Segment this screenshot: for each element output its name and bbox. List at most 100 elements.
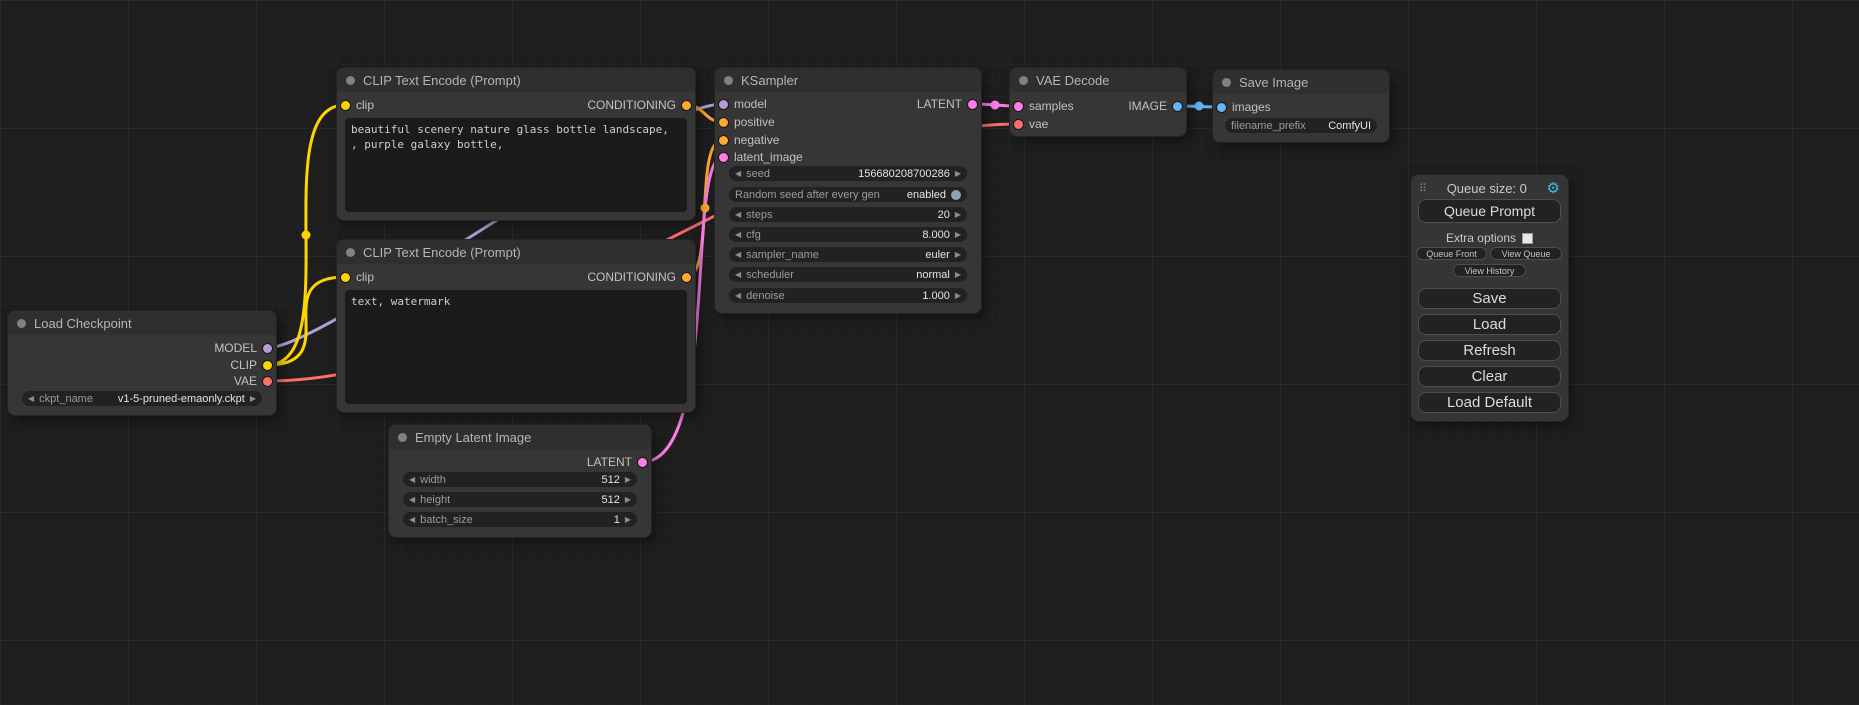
queue-prompt-button[interactable]: Queue Prompt	[1418, 199, 1561, 223]
increment-arrow-icon[interactable]: ▶	[955, 211, 961, 219]
output-slot-latent: LATENT	[587, 455, 647, 469]
cfg-widget[interactable]: ◀ cfg 8.000 ▶	[729, 227, 967, 242]
ckpt-name-widget[interactable]: ◀ ckpt_name v1-5-pruned-emaonly.ckpt ▶	[22, 391, 262, 406]
widget-value: enabled	[907, 189, 946, 201]
clip-port-icon[interactable]	[341, 101, 350, 110]
slot-label: LATENT	[587, 455, 632, 469]
node-clip-text-encode-positive[interactable]: CLIP Text Encode (Prompt) clip CONDITION…	[337, 68, 695, 220]
node-ksampler[interactable]: KSampler model positive negative latent_…	[715, 68, 981, 313]
node-header[interactable]: Empty Latent Image	[389, 425, 651, 449]
increment-arrow-icon[interactable]: ▶	[250, 395, 256, 403]
refresh-button[interactable]: Refresh	[1418, 340, 1561, 361]
increment-arrow-icon[interactable]: ▶	[955, 231, 961, 239]
decrement-arrow-icon[interactable]: ◀	[409, 496, 415, 504]
view-queue-button[interactable]: View Queue	[1490, 247, 1562, 260]
sampler-name-widget[interactable]: ◀ sampler_name euler ▶	[729, 247, 967, 262]
node-header[interactable]: Load Checkpoint	[8, 311, 276, 335]
clear-button[interactable]: Clear	[1418, 366, 1561, 387]
slot-label: negative	[734, 133, 779, 147]
collapse-dot-icon[interactable]	[724, 76, 733, 85]
node-header[interactable]: KSampler	[715, 68, 981, 92]
node-graph-canvas[interactable]: Load Checkpoint MODEL CLIP VAE ◀ ckpt_na…	[0, 0, 1859, 705]
node-header[interactable]: VAE Decode	[1010, 68, 1186, 92]
increment-arrow-icon[interactable]: ▶	[625, 496, 631, 504]
random-seed-toggle-widget[interactable]: Random seed after every gen enabled	[729, 187, 967, 202]
increment-arrow-icon[interactable]: ▶	[955, 170, 961, 178]
latent-port-icon[interactable]	[719, 153, 728, 162]
scheduler-widget[interactable]: ◀ scheduler normal ▶	[729, 267, 967, 282]
decrement-arrow-icon[interactable]: ◀	[735, 271, 741, 279]
latent-port-icon[interactable]	[968, 100, 977, 109]
prompt-textarea[interactable]: text, watermark	[345, 290, 687, 404]
input-slot-model: model	[719, 97, 767, 111]
collapse-dot-icon[interactable]	[17, 319, 26, 328]
widget-label: width	[420, 474, 446, 486]
view-history-button[interactable]: View History	[1453, 264, 1526, 277]
image-port-icon[interactable]	[1173, 102, 1182, 111]
node-header[interactable]: CLIP Text Encode (Prompt)	[337, 240, 695, 264]
decrement-arrow-icon[interactable]: ◀	[735, 231, 741, 239]
collapse-dot-icon[interactable]	[398, 433, 407, 442]
increment-arrow-icon[interactable]: ▶	[625, 516, 631, 524]
output-slot-clip: CLIP	[230, 358, 272, 372]
conditioning-port-icon[interactable]	[719, 136, 728, 145]
clip-port-icon[interactable]	[341, 273, 350, 282]
queue-menu-panel[interactable]: ⠿ Queue size: 0 ⚙ Queue Prompt Extra opt…	[1411, 175, 1568, 421]
height-widget[interactable]: ◀ height 512 ▶	[403, 492, 637, 507]
node-header[interactable]: Save Image	[1213, 70, 1389, 94]
batch-size-widget[interactable]: ◀ batch_size 1 ▶	[403, 512, 637, 527]
settings-gear-icon[interactable]: ⚙	[1547, 181, 1560, 196]
decrement-arrow-icon[interactable]: ◀	[735, 292, 741, 300]
increment-arrow-icon[interactable]: ▶	[955, 251, 961, 259]
vae-port-icon[interactable]	[1014, 120, 1023, 129]
conditioning-port-icon[interactable]	[682, 101, 691, 110]
node-header[interactable]: CLIP Text Encode (Prompt)	[337, 68, 695, 92]
widget-value: 156680208700286	[858, 168, 950, 180]
drag-handle-icon[interactable]: ⠿	[1419, 182, 1427, 195]
decrement-arrow-icon[interactable]: ◀	[409, 516, 415, 524]
conditioning-port-icon[interactable]	[682, 273, 691, 282]
extra-options-checkbox[interactable]	[1522, 233, 1533, 244]
collapse-dot-icon[interactable]	[346, 248, 355, 257]
latent-port-icon[interactable]	[638, 458, 647, 467]
node-empty-latent-image[interactable]: Empty Latent Image LATENT ◀ width 512 ▶ …	[389, 425, 651, 537]
collapse-dot-icon[interactable]	[1019, 76, 1028, 85]
clip-port-icon[interactable]	[263, 361, 272, 370]
wire-midpoint-dot	[1195, 102, 1204, 111]
load-button[interactable]: Load	[1418, 314, 1561, 335]
decrement-arrow-icon[interactable]: ◀	[409, 476, 415, 484]
increment-arrow-icon[interactable]: ▶	[955, 271, 961, 279]
prompt-textarea[interactable]: beautiful scenery nature glass bottle la…	[345, 118, 687, 212]
filename-prefix-widget[interactable]: filename_prefix ComfyUI	[1225, 118, 1377, 133]
model-port-icon[interactable]	[263, 344, 272, 353]
seed-widget[interactable]: ◀ seed 156680208700286 ▶	[729, 166, 967, 181]
increment-arrow-icon[interactable]: ▶	[625, 476, 631, 484]
widget-value: 8.000	[922, 229, 950, 241]
vae-port-icon[interactable]	[263, 377, 272, 386]
load-default-button[interactable]: Load Default	[1418, 392, 1561, 413]
decrement-arrow-icon[interactable]: ◀	[28, 395, 34, 403]
image-port-icon[interactable]	[1217, 103, 1226, 112]
node-load-checkpoint[interactable]: Load Checkpoint MODEL CLIP VAE ◀ ckpt_na…	[8, 311, 276, 415]
save-button[interactable]: Save	[1418, 288, 1561, 309]
decrement-arrow-icon[interactable]: ◀	[735, 211, 741, 219]
increment-arrow-icon[interactable]: ▶	[955, 292, 961, 300]
conditioning-port-icon[interactable]	[719, 118, 728, 127]
collapse-dot-icon[interactable]	[346, 76, 355, 85]
node-clip-text-encode-negative[interactable]: CLIP Text Encode (Prompt) clip CONDITION…	[337, 240, 695, 412]
steps-widget[interactable]: ◀ steps 20 ▶	[729, 207, 967, 222]
widget-value: euler	[925, 249, 949, 261]
queue-front-button[interactable]: Queue Front	[1416, 247, 1487, 260]
widget-value: normal	[916, 269, 950, 281]
widget-value: 1.000	[922, 290, 950, 302]
toggle-knob-icon[interactable]	[951, 190, 961, 200]
width-widget[interactable]: ◀ width 512 ▶	[403, 472, 637, 487]
decrement-arrow-icon[interactable]: ◀	[735, 170, 741, 178]
latent-port-icon[interactable]	[1014, 102, 1023, 111]
collapse-dot-icon[interactable]	[1222, 78, 1231, 87]
denoise-widget[interactable]: ◀ denoise 1.000 ▶	[729, 288, 967, 303]
node-save-image[interactable]: Save Image images filename_prefix ComfyU…	[1213, 70, 1389, 142]
model-port-icon[interactable]	[719, 100, 728, 109]
decrement-arrow-icon[interactable]: ◀	[735, 251, 741, 259]
node-vae-decode[interactable]: VAE Decode samples vae IMAGE	[1010, 68, 1186, 136]
